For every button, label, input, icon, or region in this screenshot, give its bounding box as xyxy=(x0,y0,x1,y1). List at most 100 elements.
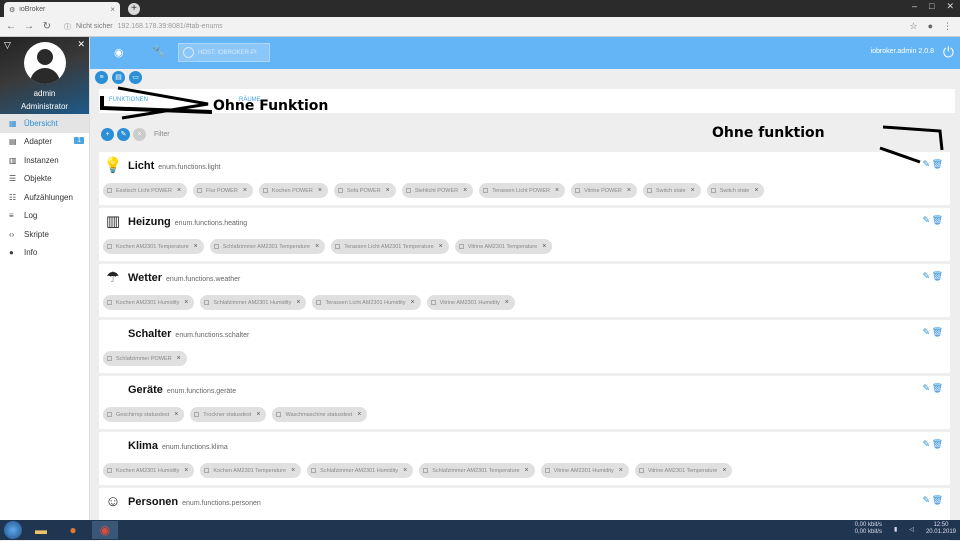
member-chip[interactable]: Kochen AM2301 Humidity × xyxy=(103,463,195,478)
member-chip[interactable]: Geschirrsp statusdest × xyxy=(103,407,185,422)
list-view-icon[interactable]: ≡ xyxy=(95,71,108,84)
sidebar-item-objects[interactable]: ☰ Objekte xyxy=(0,170,89,189)
close-icon[interactable]: ✕ xyxy=(77,39,85,50)
remove-member-icon[interactable]: × xyxy=(619,467,623,474)
remove-member-icon[interactable]: × xyxy=(525,467,529,474)
add-category-icon[interactable]: + xyxy=(101,128,114,141)
url-field[interactable]: ⓘ Nicht sicher 192.168.178.39:8081/#tab-… xyxy=(64,22,223,32)
member-chip[interactable]: Vitrine AM2301 Temperature × xyxy=(634,463,733,478)
member-chip[interactable]: Schlafzimmer AM2301 Humidity × xyxy=(200,295,307,310)
remove-member-icon[interactable]: × xyxy=(627,187,631,194)
remove-member-icon[interactable]: × xyxy=(386,187,390,194)
member-chip[interactable]: Kochen AM2301 Temperature × xyxy=(103,239,204,254)
member-chip[interactable]: Schlafzimmer POWER × xyxy=(103,351,187,366)
forward-icon[interactable]: → xyxy=(24,21,34,32)
member-chip[interactable]: Waschmaschine statusdest × xyxy=(272,407,368,422)
reload-icon[interactable]: ↻ xyxy=(42,21,52,32)
edit-pencil-icon[interactable]: ✎ xyxy=(922,327,930,338)
start-button[interactable] xyxy=(4,521,22,539)
remove-member-icon[interactable]: × xyxy=(177,187,181,194)
member-chip[interactable]: Schlafzimmer AM2301 Temperature × xyxy=(419,463,535,478)
close-window-icon[interactable]: ✕ xyxy=(946,1,954,12)
browser-tab[interactable]: ⚙ ioBroker × xyxy=(4,2,120,17)
trash-icon[interactable]: 🗑 xyxy=(932,383,943,394)
remove-member-icon[interactable]: × xyxy=(722,467,726,474)
remove-member-icon[interactable]: × xyxy=(174,411,178,418)
remove-member-icon[interactable]: × xyxy=(754,187,758,194)
screen-view-icon[interactable]: ▭ xyxy=(129,71,142,84)
sidebar-item-adapter[interactable]: ▤ Adapter 1 xyxy=(0,133,89,152)
close-tab-icon[interactable]: × xyxy=(110,5,115,14)
member-chip[interactable]: Esstisch Licht POWER × xyxy=(103,183,188,198)
edit-pencil-icon[interactable]: ✎ xyxy=(922,215,930,226)
volume-icon[interactable]: ◁ xyxy=(909,526,914,533)
remove-member-icon[interactable]: × xyxy=(318,187,322,194)
menu-dots-icon[interactable]: ⋮ xyxy=(943,21,952,32)
back-icon[interactable]: ← xyxy=(6,21,16,32)
trash-icon[interactable]: 🗑 xyxy=(932,439,943,450)
edit-pencil-icon[interactable]: ✎ xyxy=(117,128,130,141)
edit-pencil-icon[interactable]: ✎ xyxy=(922,383,930,394)
remove-member-icon[interactable]: × xyxy=(505,299,509,306)
delete-icon[interactable]: × xyxy=(133,128,146,141)
trash-icon[interactable]: 🗑 xyxy=(932,159,943,170)
remove-member-icon[interactable]: × xyxy=(691,187,695,194)
remove-member-icon[interactable]: × xyxy=(256,411,260,418)
member-chip[interactable]: Sofa POWER × xyxy=(333,183,396,198)
remove-member-icon[interactable]: × xyxy=(184,467,188,474)
remove-member-icon[interactable]: × xyxy=(296,299,300,306)
remove-member-icon[interactable]: × xyxy=(315,243,319,250)
trash-icon[interactable]: 🗑 xyxy=(932,495,943,506)
chrome-icon[interactable]: ◉ xyxy=(92,521,118,539)
host-selector[interactable]: HOST: IOBROKER-PI xyxy=(178,43,270,62)
wrench-icon[interactable]: 🔧 xyxy=(152,45,166,58)
new-tab-button[interactable]: + xyxy=(128,3,140,15)
clock[interactable]: 12:50 20.01.2019 xyxy=(926,522,956,536)
member-chip[interactable]: Vitrine AM2301 Humidity × xyxy=(426,295,515,310)
collapse-triangle-icon[interactable]: ▽ xyxy=(4,40,11,51)
edit-pencil-icon[interactable]: ✎ xyxy=(922,439,930,450)
member-chip[interactable]: Switch state × xyxy=(642,183,701,198)
logout-icon[interactable]: ⏻ xyxy=(943,44,954,61)
sidebar-item-instances[interactable]: ▥ Instanzen xyxy=(0,151,89,170)
remove-member-icon[interactable]: × xyxy=(357,411,361,418)
sidebar-item-log[interactable]: ≡ Log xyxy=(0,207,89,226)
member-chip[interactable]: Kochen AM2301 Temperature × xyxy=(200,463,302,478)
maximize-icon[interactable]: □ xyxy=(929,1,934,12)
member-chip[interactable]: Flur POWER × xyxy=(193,183,253,198)
member-chip[interactable]: Vitrine AM2301 Humidity × xyxy=(540,463,629,478)
remove-member-icon[interactable]: × xyxy=(194,243,198,250)
remove-member-icon[interactable]: × xyxy=(291,467,295,474)
member-chip[interactable]: Vitrine AM2301 Temperature × xyxy=(454,239,553,254)
remove-member-icon[interactable]: × xyxy=(403,467,407,474)
member-chip[interactable]: Vitrine POWER × xyxy=(571,183,637,198)
member-chip[interactable]: Terassen Licht POWER × xyxy=(479,183,566,198)
member-chip[interactable]: Kochen POWER × xyxy=(258,183,328,198)
firefox-icon[interactable]: ● xyxy=(60,521,86,539)
document-view-icon[interactable]: ▤ xyxy=(112,71,125,84)
member-chip[interactable]: Trockner statusdest × xyxy=(190,407,267,422)
sidebar-item-overview[interactable]: ▦ Übersicht xyxy=(0,114,89,133)
member-chip[interactable]: Schlafzimmer AM2301 Humidity × xyxy=(307,463,414,478)
member-chip[interactable]: Schlafzimmer AM2301 Temperature × xyxy=(209,239,326,254)
member-chip[interactable]: Terassen Licht AM2301 Humidity × xyxy=(312,295,421,310)
sidebar-item-scripts[interactable]: ‹› Skripte xyxy=(0,225,89,244)
member-chip[interactable]: Terassen Licht AM2301 Temperature × xyxy=(331,239,449,254)
minimize-icon[interactable]: – xyxy=(912,1,917,12)
remove-member-icon[interactable]: × xyxy=(177,355,181,362)
edit-pencil-icon[interactable]: ✎ xyxy=(922,271,930,282)
folder-icon[interactable]: ▬ xyxy=(28,521,54,539)
remove-member-icon[interactable]: × xyxy=(463,187,467,194)
star-icon[interactable]: ☆ xyxy=(909,21,917,32)
account-icon[interactable]: ● xyxy=(928,21,933,32)
trash-icon[interactable]: 🗑 xyxy=(932,327,943,338)
remove-member-icon[interactable]: × xyxy=(243,187,247,194)
filter-input[interactable]: Filter xyxy=(154,131,170,138)
remove-member-icon[interactable]: × xyxy=(411,299,415,306)
network-icon[interactable]: ▮ xyxy=(894,526,897,533)
member-chip[interactable]: Kochen AM2301 Humidity × xyxy=(103,295,195,310)
remove-member-icon[interactable]: × xyxy=(555,187,559,194)
sidebar-item-enums[interactable]: ☷ Aufzählungen xyxy=(0,188,89,207)
sidebar-item-info[interactable]: ● Info xyxy=(0,244,89,263)
trash-icon[interactable]: 🗑 xyxy=(932,215,943,226)
